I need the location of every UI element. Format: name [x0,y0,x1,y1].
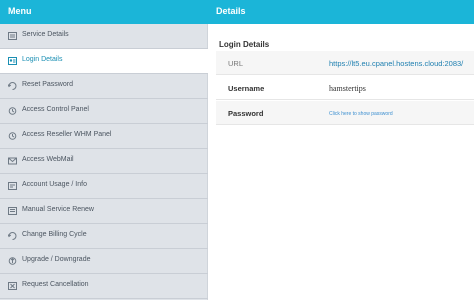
username-row: Username hamstertips [216,76,474,100]
username-label: Username [228,84,265,93]
billing-cycle-icon [8,232,17,240]
username-value: hamstertips [329,84,366,93]
details-panel: Login Details URL https://lt5.eu.cpanel.… [216,24,474,300]
sidebar-item-account-usage[interactable]: Account Usage / Info [0,174,208,199]
sidebar-item-webmail[interactable]: Access WebMail [0,149,208,174]
control-panel-icon [8,107,17,115]
url-link[interactable]: https://lt5.eu.cpanel.hostens.cloud:2083… [329,59,463,68]
sidebar-item-control-panel[interactable]: Access Control Panel [0,99,208,124]
sidebar-item-label: Manual Service Renew [22,206,94,213]
details-title: Details [216,6,246,16]
section-title: Login Details [219,40,270,49]
sidebar-item-login-details[interactable]: Login Details [0,49,208,74]
sidebar-item-label: Reset Password [22,81,73,88]
sidebar-item-billing-cycle[interactable]: Change Billing Cycle [0,224,208,249]
password-label: Password [228,109,264,118]
reset-password-icon [8,82,17,90]
sidebar-item-label: Upgrade / Downgrade [22,256,91,263]
sidebar-item-label: Service Details [22,31,69,38]
top-bar: Menu Details [0,0,474,24]
sidebar-item-upgrade-downgrade[interactable]: Upgrade / Downgrade [0,249,208,274]
sidebar-item-label: Access WebMail [22,156,74,163]
upgrade-icon [8,257,17,265]
sidebar-item-label: Change Billing Cycle [22,231,87,238]
cancellation-icon [8,282,17,290]
service-details-icon [8,32,17,40]
login-details-icon [8,57,17,65]
sidebar-item-request-cancellation[interactable]: Request Cancellation [0,274,208,299]
sidebar-item-label: Access Reseller WHM Panel [22,131,112,138]
account-usage-icon [8,182,17,190]
sidebar-item-service-details[interactable]: Service Details [0,24,208,49]
sidebar-item-label: Access Control Panel [22,106,89,113]
sidebar-item-reset-password[interactable]: Reset Password [0,74,208,99]
url-label: URL [228,59,244,68]
sidebar-item-label: Request Cancellation [22,281,89,288]
url-row: URL https://lt5.eu.cpanel.hostens.cloud:… [216,51,474,75]
webmail-icon [8,157,17,165]
sidebar-item-label: Account Usage / Info [22,181,87,188]
password-row: Password Click here to show password [216,101,474,125]
service-renew-icon [8,207,17,215]
whm-panel-icon [8,132,17,140]
show-password-link[interactable]: Click here to show password [329,111,393,117]
sidebar-item-label: Login Details [22,56,63,63]
sidebar-menu: Service Details Login Details Reset Pass… [0,24,208,300]
menu-title: Menu [8,6,32,16]
sidebar-item-whm-panel[interactable]: Access Reseller WHM Panel [0,124,208,149]
sidebar-item-service-renew[interactable]: Manual Service Renew [0,199,208,224]
